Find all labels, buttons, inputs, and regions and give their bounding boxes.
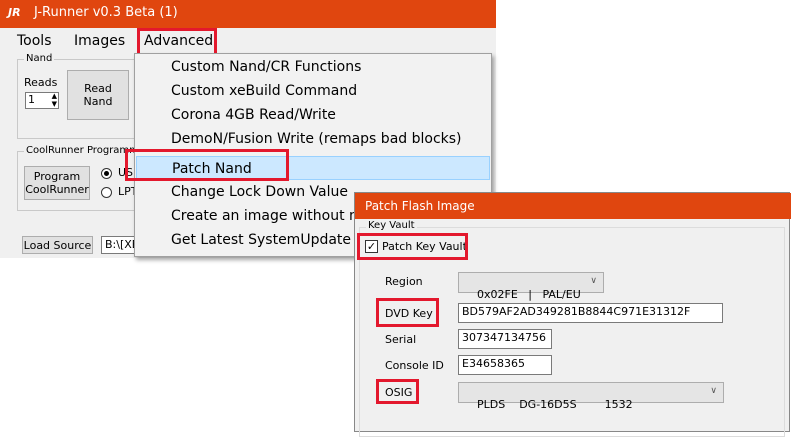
coolrunner-group-label: CoolRunner Programmer [24,145,152,156]
reads-label: Reads [24,76,58,89]
menu-bar: Tools Images Advanced [0,28,496,56]
load-source-button[interactable]: Load Source [22,236,93,254]
chevron-down-icon: ∨ [710,386,717,396]
region-select[interactable]: 0x02FE | PAL/EU ∨ [458,272,604,301]
chevron-down-icon: ∨ [590,276,597,286]
console-id-label: Console ID [385,359,444,372]
program-coolrunner-button[interactable]: Program CoolRunner [24,166,90,200]
radio-lpt[interactable] [101,187,112,198]
key-vault-label: Key Vault [366,220,417,231]
menu-images[interactable]: Images [74,33,125,49]
osig-value: PLDS DG-16D5S 1532 [477,398,633,411]
menu-item-custom-xebuild[interactable]: Custom xeBuild Command [136,79,490,103]
app-logo: JR [8,6,21,19]
title-bar[interactable]: JR J-Runner v0.3 Beta (1) [0,0,496,28]
menu-item-demon-fusion[interactable]: DemoN/Fusion Write (remaps bad blocks) [136,127,490,151]
menu-tools[interactable]: Tools [17,33,52,49]
read-nand-button[interactable]: Read Nand [67,70,129,120]
patch-kv-checkbox[interactable]: ✓ [365,240,378,253]
region-label: Region [385,275,423,288]
radio-usb[interactable] [101,168,112,179]
radio-usb-label: US [118,166,134,179]
patch-flash-dialog: Patch Flash Image Key Vault ✓ Patch Key … [354,192,791,437]
region-value: 0x02FE | PAL/EU [477,288,581,301]
serial-label: Serial [385,333,417,346]
reads-stepper[interactable]: 1 ▲ ▼ [25,92,59,109]
dvd-key-label: DVD Key [385,307,433,320]
dvd-key-field[interactable]: BD579AF2AD349281B8844C971E31312F [458,303,723,323]
dialog-title[interactable]: Patch Flash Image [355,193,791,219]
menu-item-corona-4gb[interactable]: Corona 4GB Read/Write [136,103,490,127]
menu-item-patch-nand[interactable]: Patch Nand [136,156,490,180]
reads-value: 1 [28,93,35,106]
patch-kv-label: Patch Key Vault [382,240,467,253]
console-id-field[interactable]: E34658365 [458,355,552,375]
osig-label: OSIG [385,386,413,399]
menu-item-custom-nand[interactable]: Custom Nand/CR Functions [136,55,490,79]
osig-select[interactable]: PLDS DG-16D5S 1532 ∨ [458,382,724,411]
serial-field[interactable]: 307347134756 [458,329,552,349]
stepper-arrows-icon[interactable]: ▲ ▼ [52,93,57,108]
window-title: J-Runner v0.3 Beta (1) [34,5,178,20]
menu-advanced[interactable]: Advanced [144,33,213,49]
nand-group-label: Nand [24,53,55,64]
